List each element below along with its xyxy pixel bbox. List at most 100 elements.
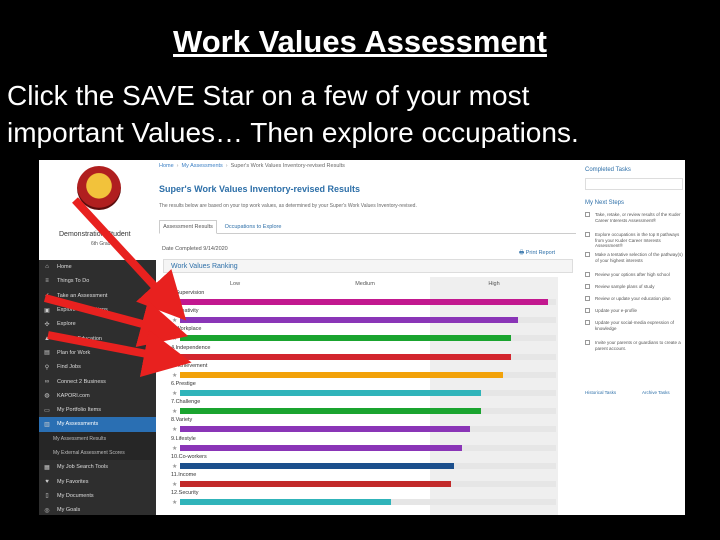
step-checkbox[interactable] — [585, 296, 590, 301]
sidebar-item-3[interactable]: ▣ Explore Occupations — [39, 303, 156, 317]
slide-instruction-line-1: Click the SAVE Star on a few of your mos… — [7, 80, 530, 111]
archive-tasks-link[interactable]: Archive Tasks — [642, 390, 670, 395]
value-label: 9.Lifestyle — [171, 435, 196, 442]
sidebar-item-2[interactable]: ✓ Take an Assessment — [39, 289, 156, 303]
bar-fill — [180, 481, 451, 487]
step-checkbox[interactable] — [585, 340, 590, 345]
step-checkbox[interactable] — [585, 308, 590, 313]
sidebar-item-9[interactable]: ◍ KAPORI.com — [39, 389, 156, 403]
sidebar-item-4[interactable]: ✣ Explore — [39, 317, 156, 331]
sidebar-item-0[interactable]: ⌂ Home — [39, 260, 156, 274]
sidebar-item-label: My External Assessment Scores — [53, 450, 125, 456]
sidebar-item-label: Plan for Work — [57, 349, 91, 356]
value-label: 11.Income — [171, 472, 197, 478]
search-icon: ⚲ — [44, 364, 50, 371]
sidebar-item-8[interactable]: ∞ Connect 2 Business — [39, 374, 156, 388]
student-name: Demonstration Student — [59, 231, 131, 238]
sidebar-item-10[interactable]: ▭ My Portfolio Items — [39, 403, 156, 417]
sidebar-item-label: KAPORI.com — [57, 392, 90, 399]
save-star-icon[interactable]: ★ — [172, 299, 177, 306]
step-checkbox[interactable] — [585, 252, 590, 257]
sidebar-item-13[interactable]: My External Assessment Scores — [39, 445, 156, 461]
bar-fill — [180, 426, 470, 433]
value-row: 8.Variety ★ — [170, 417, 558, 435]
value-row: 1.Supervision ★ — [170, 290, 558, 308]
step-text: Review or update your education plan — [595, 296, 671, 301]
sidebar-item-label: Find Jobs — [57, 364, 81, 371]
value-row: 9.Lifestyle ★ — [170, 436, 558, 454]
bar-fill — [180, 353, 511, 360]
step-text: Review your options after high school — [595, 272, 670, 277]
breadcrumb: Home › My Assessments › Super's Work Values … — [159, 163, 345, 169]
sidebar-item-14[interactable]: ▦ My Job Search Tools — [39, 460, 156, 474]
sidebar-item-1[interactable]: ≡ Things To Do — [39, 274, 156, 288]
save-star-icon[interactable]: ★ — [172, 335, 177, 342]
sidebar-item-label: My Assessments — [57, 421, 99, 428]
save-star-icon[interactable]: ★ — [172, 481, 177, 488]
sidebar-item-label: My Assessment Results — [53, 435, 107, 442]
step-checkbox[interactable] — [585, 284, 590, 289]
sidebar-item-5[interactable]: ▲ Plan for Education — [39, 331, 156, 345]
bar-track — [180, 299, 556, 305]
value-row: 7.Challenge ★ — [170, 399, 558, 417]
sidebar-item-label: Connect 2 Business — [57, 378, 106, 385]
save-star-icon[interactable]: ★ — [172, 390, 177, 397]
sidebar-item-11[interactable]: ▥ My Assessments — [39, 417, 156, 432]
step-checkbox[interactable] — [585, 320, 590, 325]
save-star-icon[interactable]: ★ — [172, 445, 177, 452]
value-row: 3.Workplace ★ — [170, 326, 558, 344]
check-icon: ✓ — [44, 293, 50, 300]
value-row: 10.Co-workers ★ — [170, 454, 558, 472]
bar-track — [180, 317, 556, 324]
value-label: 6.Prestige — [171, 381, 196, 387]
building-icon: ▤ — [44, 350, 50, 357]
value-row: 4.Independence ★ — [170, 345, 558, 363]
bar-fill — [180, 299, 549, 305]
breadcrumb-home[interactable]: Home — [159, 163, 174, 169]
save-star-icon[interactable]: ★ — [172, 317, 177, 324]
save-star-icon[interactable]: ★ — [172, 354, 177, 361]
save-star-icon[interactable]: ★ — [172, 426, 177, 433]
bar-track — [180, 481, 556, 487]
save-star-icon[interactable]: ★ — [172, 408, 177, 415]
sidebar-item-6[interactable]: ▤ Plan for Work — [39, 346, 156, 360]
values-chart: 1.Supervision ★ 2.Creativity ★ 3.Workplace ★ 4… — [170, 290, 558, 515]
sidebar-item-17[interactable]: ◎ My Goals — [39, 503, 156, 515]
bar-fill — [180, 335, 511, 342]
print-report-link[interactable]: 🖶 Print Report — [519, 249, 555, 258]
bar-fill — [180, 390, 481, 396]
value-label: 5.Achievement — [171, 362, 208, 369]
tab-assessment-results[interactable]: Assessment Results — [159, 220, 217, 234]
completed-tasks-title: Completed Tasks — [585, 167, 631, 173]
step-checkbox[interactable] — [585, 212, 590, 217]
bar-track — [180, 371, 556, 378]
home-icon: ⌂ — [45, 264, 49, 271]
value-row: 5.Achievement ★ — [170, 363, 558, 381]
tab-occupations-to-explore[interactable]: Occupations to Explore — [221, 220, 285, 234]
save-star-icon[interactable]: ★ — [172, 499, 177, 506]
step-text: Make a tentative selection of the pathwa… — [595, 252, 683, 263]
sidebar-item-label: My Job Search Tools — [57, 464, 108, 471]
sidebar-item-label: Things To Do — [57, 278, 90, 285]
sidebar-item-label: Plan for Education — [57, 335, 102, 342]
cap-icon: ▲ — [44, 335, 50, 342]
value-label: 8.Variety — [171, 417, 193, 424]
value-label: 2.Creativity — [171, 308, 199, 315]
save-star-icon[interactable]: ★ — [172, 463, 177, 470]
sidebar-item-16[interactable]: ▯ My Documents — [39, 489, 156, 503]
breadcrumb-assessments[interactable]: My Assessments — [182, 163, 223, 169]
sidebar-item-7[interactable]: ⚲ Find Jobs — [39, 360, 156, 374]
slide-title: Work Values Assessment — [173, 24, 547, 59]
step-text: Take, retake, or review results of the K… — [595, 212, 681, 223]
page-title: Super's Work Values Inventory-revised Re… — [159, 184, 361, 194]
column-low: Low — [229, 280, 241, 287]
sidebar-item-15[interactable]: ♥ My Favorites — [39, 474, 156, 488]
step-checkbox[interactable] — [585, 232, 590, 237]
bar-track — [180, 408, 556, 415]
bar-track — [180, 353, 556, 360]
historical-tasks-link[interactable]: Historical Tasks — [585, 390, 616, 395]
step-text: Invite your parents or guardians to crea… — [595, 340, 681, 351]
sidebar-item-12[interactable]: My Assessment Results — [39, 431, 156, 446]
step-checkbox[interactable] — [585, 272, 590, 277]
save-star-icon[interactable]: ★ — [172, 372, 177, 379]
